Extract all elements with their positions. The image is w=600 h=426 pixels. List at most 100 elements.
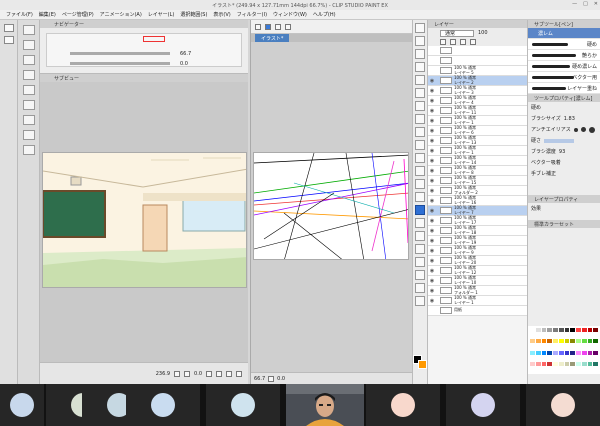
layer-row[interactable]: ◉ 100 % 通常 レイヤー 11	[428, 106, 527, 116]
visibility-icon[interactable]: ◉	[428, 108, 436, 114]
opacity-value[interactable]: 100	[478, 30, 488, 36]
dock-icon-4[interactable]	[22, 70, 35, 80]
color-swatch[interactable]	[547, 328, 552, 332]
visibility-icon[interactable]: ◉	[428, 178, 436, 184]
participant-tile[interactable]	[526, 384, 600, 426]
navigator-zoom-slider[interactable]	[70, 52, 170, 55]
visibility-icon[interactable]: ◉	[428, 168, 436, 174]
color-swatch[interactable]	[570, 339, 575, 344]
layer-row[interactable]: ◉ 100 % 通常 レイヤー 9	[428, 246, 527, 256]
color-set-header[interactable]: 標準カラーセット	[528, 220, 600, 228]
layer-row[interactable]: ◉ 100 % 通常 レイヤー 1	[428, 116, 527, 126]
layer-row[interactable]: ◉ 100 % 通常 レイヤー 7	[428, 206, 527, 216]
color-swatch[interactable]	[558, 350, 564, 355]
material-icon[interactable]	[3, 36, 14, 44]
dock-icon-2[interactable]	[22, 40, 35, 50]
dock-icon-1[interactable]	[22, 25, 35, 35]
line-fix-tool-icon[interactable]	[415, 296, 425, 306]
lock-icon[interactable]	[440, 39, 446, 45]
menu-page[interactable]: ページ管理(P)	[62, 11, 94, 18]
zoom-out-icon[interactable]	[184, 370, 191, 377]
color-swatch[interactable]	[576, 328, 581, 332]
color-swatch[interactable]	[530, 361, 535, 366]
drawing-canvas[interactable]	[253, 152, 409, 260]
navigator-rotate-slider[interactable]	[70, 62, 170, 65]
brush-tool-icon[interactable]	[415, 140, 425, 150]
layer-row[interactable]: ◉ 100 % 通常 レイヤー 12	[428, 266, 527, 276]
layer-row[interactable]: ◉ 100 % 通常 レイヤー 15	[428, 176, 527, 186]
participant-tile[interactable]	[126, 384, 200, 426]
ruler-tool-icon[interactable]	[415, 257, 425, 267]
pencil-tool-icon[interactable]	[415, 127, 425, 137]
dock-icon-8[interactable]	[22, 130, 35, 140]
color-swatch[interactable]	[547, 339, 552, 344]
operation-tool-icon[interactable]	[415, 49, 425, 59]
webcam-tile[interactable]	[286, 384, 364, 426]
blend-tool-icon[interactable]	[415, 192, 425, 202]
visibility-icon[interactable]: ◉	[428, 188, 436, 194]
visibility-icon[interactable]: ◉	[428, 248, 436, 254]
color-swatch[interactable]	[535, 350, 541, 355]
menu-window[interactable]: ウィンドウ(W)	[273, 11, 307, 18]
zoom-in-icon[interactable]	[174, 370, 181, 377]
color-swatch[interactable]	[587, 361, 593, 366]
color-swatch[interactable]	[570, 350, 575, 355]
layer-row[interactable]: 100 % 通常 レイヤー 5	[428, 66, 527, 76]
visibility-icon[interactable]: ◉	[428, 258, 436, 264]
layer-row[interactable]: ◉ 100 % 通常 レイヤー 6	[428, 126, 527, 136]
sub-view-tab[interactable]: サブビュー	[40, 74, 248, 82]
balloon-tool-icon[interactable]	[415, 283, 425, 293]
sub-tool-item[interactable]: レイヤー重ね	[528, 83, 600, 94]
layer-row[interactable]: ◉ 100 % 通常 レイヤー 13	[428, 136, 527, 146]
hardness-slider[interactable]	[544, 138, 575, 143]
panel-toggle-icon[interactable]	[3, 24, 14, 32]
color-swatch[interactable]	[564, 361, 570, 366]
visibility-icon[interactable]: ◉	[428, 208, 436, 214]
color-swatch[interactable]	[593, 350, 598, 355]
menu-edit[interactable]: 編集(E)	[39, 11, 56, 18]
layer-row[interactable]	[428, 46, 527, 56]
menu-layer[interactable]: レイヤー(L)	[148, 11, 175, 18]
layer-row[interactable]	[428, 56, 527, 66]
close-button[interactable]: ✕	[594, 1, 598, 7]
dock-icon-6[interactable]	[22, 100, 35, 110]
figure-tool-icon[interactable]	[415, 231, 425, 241]
layer-row[interactable]: ◉ 100 % 通常 レイヤー 2	[428, 76, 527, 86]
color-swatch[interactable]	[581, 328, 587, 332]
navigator-tab[interactable]: ナビゲーター	[40, 20, 248, 28]
layer-row[interactable]: ◉ 100 % 通常 レイヤー 1	[428, 296, 527, 306]
color-chip[interactable]	[413, 355, 427, 369]
text-tool-icon[interactable]	[415, 270, 425, 280]
layer-row[interactable]: ◉ 100 % 通常 レイヤー 19	[428, 236, 527, 246]
eraser-tool-icon[interactable]	[415, 179, 425, 189]
frame-tool-icon[interactable]	[415, 244, 425, 254]
participant-tile[interactable]	[0, 384, 44, 426]
color-swatch[interactable]	[593, 328, 598, 332]
menu-selection[interactable]: 選択範囲(S)	[180, 11, 207, 18]
airbrush-tool-icon[interactable]	[415, 153, 425, 163]
color-swatch[interactable]	[581, 361, 587, 366]
color-swatch[interactable]	[587, 350, 593, 355]
visibility-icon[interactable]: ◉	[428, 88, 436, 94]
selection-tool-icon[interactable]	[415, 75, 425, 85]
color-swatch[interactable]	[553, 328, 558, 332]
move-layer-icon[interactable]	[415, 62, 425, 72]
gradient-tool-icon[interactable]	[415, 218, 425, 228]
participant-tile[interactable]	[446, 384, 520, 426]
color-swatch[interactable]	[530, 339, 535, 344]
delete-icon[interactable]	[236, 370, 242, 377]
menu-file[interactable]: ファイル(F)	[6, 11, 33, 18]
rotate-left-icon[interactable]	[206, 370, 212, 377]
layer-row[interactable]: ◉ 100 % 通常 レイヤー 3	[428, 86, 527, 96]
navigator-viewport-frame[interactable]	[143, 36, 165, 42]
color-swatch[interactable]	[530, 328, 535, 332]
auto-select-icon[interactable]	[415, 88, 425, 98]
pen-icon[interactable]	[265, 23, 271, 30]
color-swatch[interactable]	[530, 350, 535, 355]
menu-icon[interactable]	[255, 23, 261, 30]
visibility-icon[interactable]: ◉	[428, 198, 436, 204]
canvas-tab[interactable]: イラスト*	[255, 34, 290, 42]
pen-tool-icon[interactable]	[415, 114, 425, 124]
color-swatch[interactable]	[581, 350, 587, 355]
sub-tool-item[interactable]: 硬め	[528, 39, 600, 50]
